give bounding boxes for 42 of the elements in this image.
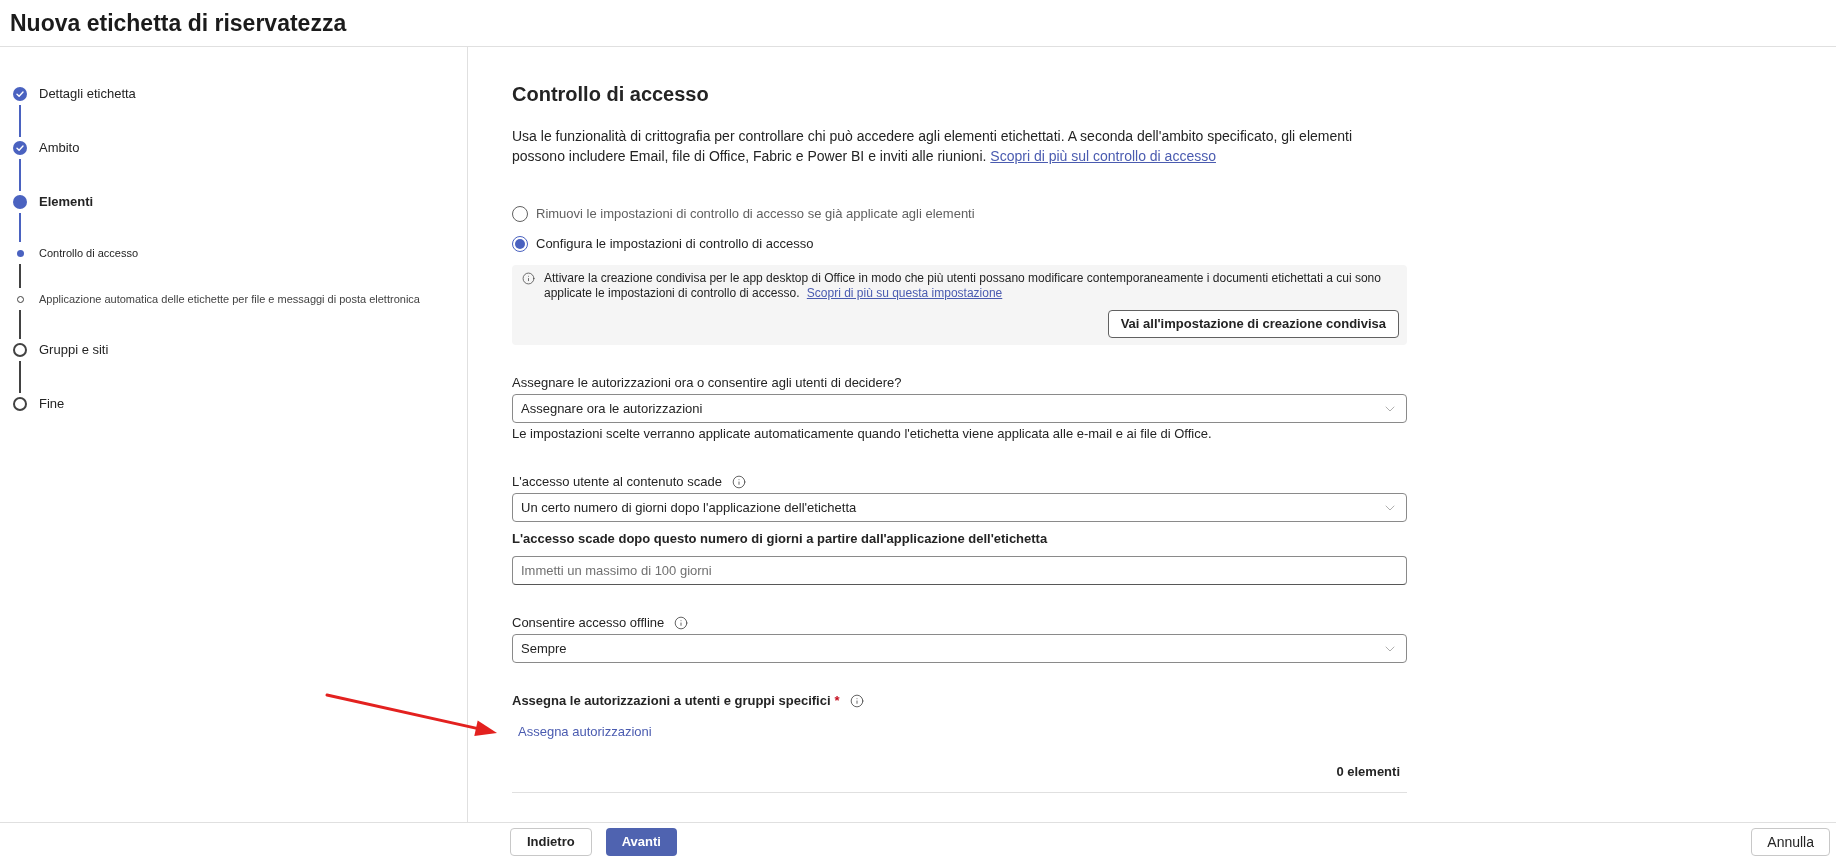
field-label: L'accesso scade dopo questo numero di giorni a partire dall'applicazione dell'etichetta [512,530,1048,549]
info-text: Attivare la creazione condivisa per le app desktop di Office in modo che più utenti possano modificare contemporaneamente i documenti etichettati a cui sono applicate le impostazioni di controllo di accesso. Scopri di più su questa impostazione [544,271,1382,301]
radio-label: Rimuovi le impostazioni di controllo di accesso se già applicate agli elementi [536,205,975,224]
step-label: Fine [39,395,65,414]
back-button[interactable]: Indietro [510,828,592,856]
info-icon[interactable] [849,694,864,708]
item-count: 0 elementi [1336,763,1400,782]
info-icon[interactable] [731,474,746,489]
dropdown[interactable]: Un certo numero di giorni dopo l'applicazione dell'etichetta [512,493,1407,522]
description-text: Usa le funzionalità di crittografia per controllare chi può accedere agli elementi etichettati. A seconda dell'ambito specificato, gli elementi possono includere Email, file di Office, Fabric e Power BI e inviti alle riunioni. Scopri di più sul controllo di accesso [512,127,1354,166]
step-label: Ambito [39,139,80,158]
radio-label: Configura le impostazioni di controllo di accesso [536,235,814,254]
info-icon[interactable] [674,615,689,630]
next-button[interactable]: Avanti [605,828,677,856]
field-label: Consentire accesso offline [512,613,665,632]
step-label: Dettagli etichetta [39,85,136,104]
field-label: L'accesso utente al contenuto scade [512,472,722,491]
step-connector [19,264,21,288]
step-connector [19,105,21,137]
step-label: Elementi [39,193,94,212]
cancel-button[interactable]: Annulla [1751,828,1830,856]
shared-editing-button[interactable]: Vai all'impostazione di creazione condivisa [1107,310,1399,338]
step-label: Gruppi e siti [39,341,109,360]
field-label: Assegna le autorizzazioni a utenti e gruppi specifici [512,692,831,711]
required-mark: * [834,692,840,711]
help-text: Le impostazioni scelte verranno applicate automaticamente quando l'etichetta viene applicata alle e-mail e ai file di Office. [512,425,1213,443]
step-connector [19,213,21,242]
page-title: Nuova etichetta di riservatezza [10,8,347,38]
step-label: Controllo di accesso [39,245,139,261]
info-icon [522,272,535,285]
input-field[interactable]: Immetti un massimo di 100 giorni [512,556,1407,585]
section-title: Controllo di accesso [512,82,710,107]
step-connector [19,159,21,191]
dropdown[interactable]: Sempre [512,634,1407,663]
dropdown[interactable]: Assegnare ora le autorizzazioni [512,394,1407,423]
field-label: Assegnare le autorizzazioni ora o consentire agli utenti di decidere? [512,373,902,392]
step-label: Applicazione automatica delle etichette per file e messaggi di posta elettronica [39,291,420,307]
step-connector [19,361,21,393]
setting-link[interactable]: Scopri di più su questa impostazione [806,286,1003,300]
learn-more-link[interactable]: Scopri di più sul controllo di accesso [990,148,1216,164]
assign-permissions-link[interactable]: Assegna autorizzazioni [512,720,658,744]
step-connector [19,310,21,339]
